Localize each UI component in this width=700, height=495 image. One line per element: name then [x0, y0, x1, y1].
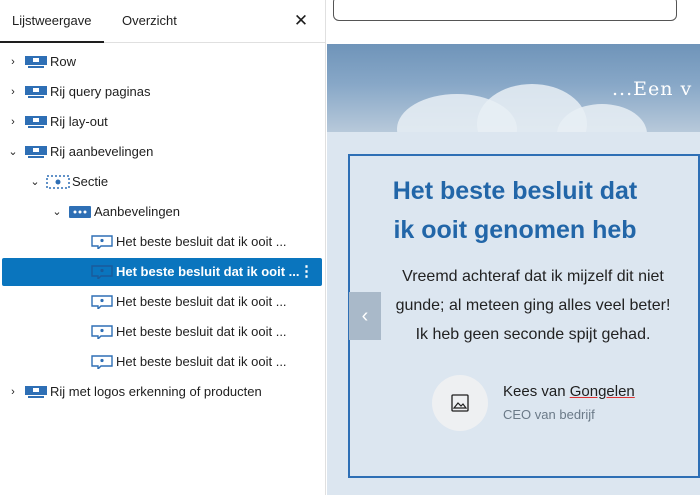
image-placeholder-icon — [451, 394, 469, 412]
editor-canvas: ...Een v Het beste besluit dat ik ooit g… — [327, 0, 700, 495]
chevron-down-icon[interactable]: ⌄ — [50, 205, 64, 219]
tree-item-aanbevelingen[interactable]: ⌄ Aanbevelingen — [2, 198, 322, 226]
row-block-icon — [25, 386, 47, 398]
close-icon[interactable]: ✕ — [291, 11, 311, 31]
name-last: Gongelen — [569, 383, 635, 400]
testimonial-title-line1: Het beste besluit dat — [392, 177, 638, 205]
hero-image: ...Een v — [327, 44, 700, 132]
hero-title: ...Een v — [612, 78, 693, 100]
testimonial-block-icon — [91, 325, 113, 339]
tree-item-testimonial[interactable]: Het beste besluit dat ik ooit ... — [2, 288, 322, 316]
testimonial-text: Vreemd achteraf dat ik mijzelf dit niet … — [395, 268, 671, 343]
tree-item-label: Sectie — [72, 174, 109, 189]
tree-item-rij-query-paginas[interactable]: › Rij query paginas — [2, 78, 322, 106]
tree-item-label: Het beste besluit dat ik ooit ... — [116, 324, 287, 339]
avatar — [432, 375, 488, 431]
chevron-right-icon[interactable]: › — [6, 85, 20, 99]
tree-item-testimonial[interactable]: Het beste besluit dat ik ooit ... — [2, 228, 322, 256]
tree-item-rij-aanbevelingen[interactable]: ⌄ Rij aanbevelingen — [2, 138, 322, 166]
row-block-icon — [25, 86, 47, 98]
input-box[interactable] — [333, 0, 677, 21]
testimonial-name: Kees van Gongelen — [503, 383, 635, 400]
testimonial-block-icon — [91, 235, 113, 249]
tree-item-row[interactable]: › Row — [2, 48, 322, 76]
tree-item-label: Row — [50, 54, 77, 69]
row-block-icon — [25, 116, 47, 128]
testimonial-block-icon — [91, 355, 113, 369]
tree-item-sectie[interactable]: ⌄ Sectie — [2, 168, 322, 196]
chevron-right-icon[interactable]: › — [6, 385, 20, 399]
chevron-right-icon[interactable]: › — [6, 55, 20, 69]
tree-item-label: Het beste besluit dat ik ooit ... — [116, 294, 287, 309]
tab-list-view[interactable]: Lijstweergave — [0, 0, 104, 43]
tree-item-label: Rij query paginas — [50, 84, 151, 99]
row-block-icon — [25, 56, 47, 68]
list-view-panel: Lijstweergave Overzicht ✕ › Row › Rij qu… — [0, 0, 326, 495]
chevron-down-icon[interactable]: ⌄ — [28, 175, 42, 189]
tree-item-testimonial[interactable]: Het beste besluit dat ik ooit ... — [2, 318, 322, 346]
testimonial-block-icon — [91, 295, 113, 309]
slider-prev-button[interactable]: ‹ — [349, 292, 381, 340]
chevron-down-icon[interactable]: ⌄ — [6, 145, 20, 159]
testimonial-title-line2: ik ooit genomen heb — [393, 216, 637, 244]
panel-tabs: Lijstweergave Overzicht ✕ — [0, 0, 325, 43]
tree-item-label: Het beste besluit dat ik ooit ... — [116, 234, 287, 249]
chevron-right-icon[interactable]: › — [6, 115, 20, 129]
tree-item-label: Het beste besluit dat ik ooit ... — [116, 354, 287, 369]
tree-item-testimonial[interactable]: Het beste besluit dat ik ooit ... — [2, 348, 322, 376]
tab-overview[interactable]: Overzicht — [110, 0, 189, 43]
tree-item-rij-met-logos[interactable]: › Rij met logos erkenning of producten — [2, 378, 322, 406]
tree-item-label: Rij lay-out — [50, 114, 108, 129]
tree-item-label: Het beste besluit dat ik ooit ... — [116, 264, 300, 279]
name-first: Kees van — [503, 383, 570, 400]
tree-item-label: Rij met logos erkenning of producten — [50, 384, 262, 399]
tree-item-label: Aanbevelingen — [94, 204, 181, 219]
testimonial-block-icon — [91, 265, 113, 279]
row-block-icon — [25, 146, 47, 158]
tree-item-testimonial-selected[interactable]: Het beste besluit dat ik ooit ... ⋮ — [2, 258, 322, 286]
slider-block-icon — [69, 206, 91, 218]
tree-item-label: Rij aanbevelingen — [50, 144, 154, 159]
section-block-icon — [46, 175, 70, 189]
testimonial-role: CEO van bedrijf — [503, 407, 595, 422]
more-options-icon[interactable]: ⋮ — [299, 258, 314, 286]
tree-item-rij-lay-out[interactable]: › Rij lay-out — [2, 108, 322, 136]
